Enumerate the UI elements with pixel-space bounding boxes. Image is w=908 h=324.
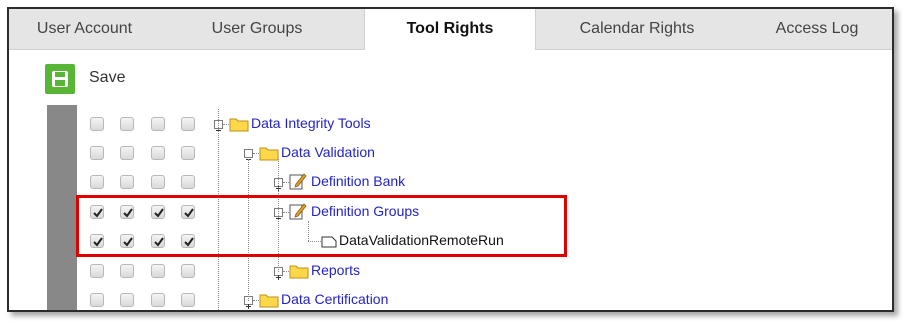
tool-rights-panel: User Account User Groups Tool Rights Cal… <box>7 7 894 312</box>
permission-checkbox[interactable] <box>151 175 165 189</box>
tree-node-label[interactable]: Data Certification <box>281 291 388 307</box>
highlight-annotation-box <box>76 195 567 257</box>
tab-bar: User Account User Groups Tool Rights Cal… <box>9 9 892 50</box>
permission-checkbox[interactable] <box>151 146 165 160</box>
permission-checkbox[interactable] <box>90 146 104 160</box>
permission-checkbox[interactable] <box>181 293 195 307</box>
tab-calendar-rights[interactable]: Calendar Rights <box>547 9 727 49</box>
permission-checkbox[interactable] <box>181 264 195 278</box>
permission-checkbox[interactable] <box>181 117 195 131</box>
tree-node-label[interactable]: Data Integrity Tools <box>251 115 371 131</box>
folder-icon <box>289 263 309 279</box>
permission-checkbox[interactable] <box>120 146 134 160</box>
permission-checkbox[interactable] <box>120 293 134 307</box>
permission-checkbox[interactable] <box>120 175 134 189</box>
permission-checkbox[interactable] <box>151 264 165 278</box>
save-label: Save <box>89 69 126 86</box>
tab-user-groups[interactable]: User Groups <box>179 9 335 49</box>
permission-checkbox[interactable] <box>90 175 104 189</box>
folder-icon <box>259 145 279 161</box>
permission-checkbox[interactable] <box>120 117 134 131</box>
edit-document-icon <box>289 172 307 190</box>
tab-access-log[interactable]: Access Log <box>747 9 887 49</box>
save-icon <box>45 64 75 94</box>
permission-checkbox[interactable] <box>151 117 165 131</box>
permission-checkbox[interactable] <box>181 146 195 160</box>
save-button[interactable]: Save <box>45 64 165 94</box>
tree-node-label[interactable]: Data Validation <box>281 144 375 160</box>
tree-node-label[interactable]: Reports <box>311 262 360 278</box>
permission-checkbox[interactable] <box>120 264 134 278</box>
tree-gutter <box>47 105 77 310</box>
permission-checkbox[interactable] <box>90 293 104 307</box>
tab-tool-rights[interactable]: Tool Rights <box>364 9 536 50</box>
tab-user-account[interactable]: User Account <box>9 9 160 49</box>
permission-checkbox[interactable] <box>90 117 104 131</box>
permission-checkbox[interactable] <box>181 175 195 189</box>
collapse-toggle[interactable] <box>244 149 253 160</box>
tree-node-label[interactable]: Definition Bank <box>311 173 405 189</box>
permission-checkbox[interactable] <box>90 264 104 278</box>
folder-icon <box>259 292 279 308</box>
permission-checkbox[interactable] <box>151 293 165 307</box>
folder-icon <box>229 116 249 132</box>
